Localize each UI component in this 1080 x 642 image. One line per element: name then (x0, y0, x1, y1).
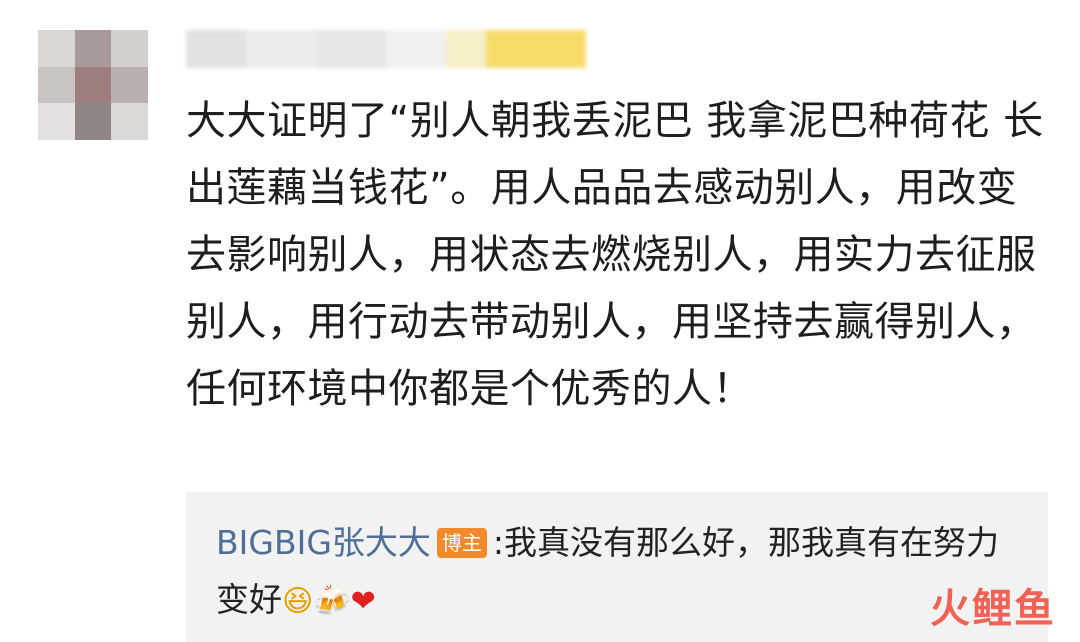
blogger-badge: 博主 (436, 528, 487, 558)
avatar[interactable] (38, 30, 148, 140)
reply-content: BIGBIG张大大 博主:我真没有那么好，那我真有在努力变好😆🍻❤ (216, 514, 1016, 630)
comment-text: 大大证明了“别人朝我丢泥巴 我拿泥巴种荷花 长出莲藕当钱花”。用人品品去感动别人… (186, 98, 1044, 412)
reply-separator: : (492, 523, 505, 562)
beer-mugs-icon: 🍻 (313, 584, 351, 619)
username-blurred[interactable] (186, 30, 586, 68)
reply-author-link[interactable]: BIGBIG张大大 (216, 523, 431, 562)
reply-box: BIGBIG张大大 博主:我真没有那么好，那我真有在努力变好😆🍻❤ (186, 492, 1048, 642)
laughing-face-icon: 😆 (282, 584, 314, 619)
red-heart-icon: ❤ (350, 584, 376, 619)
watermark-logo: 火鲤鱼 (930, 586, 1056, 632)
